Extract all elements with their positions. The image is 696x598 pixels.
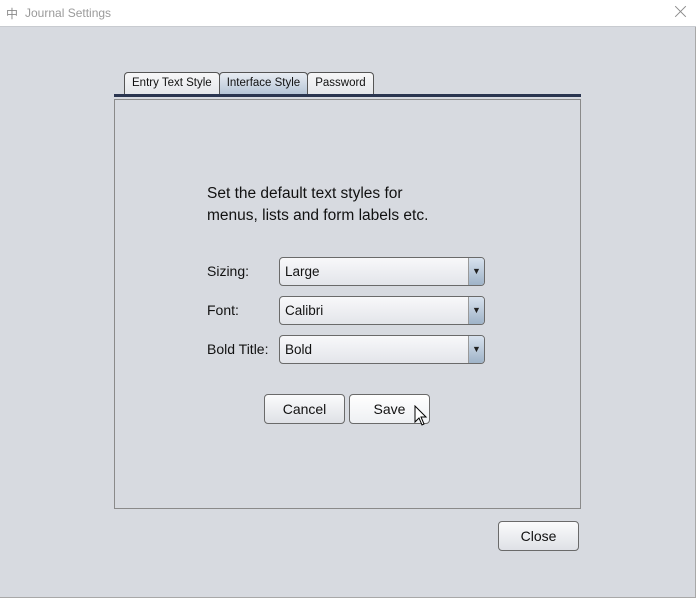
bold-title-label: Bold Title: bbox=[207, 341, 269, 357]
mouse-cursor-icon bbox=[414, 405, 428, 426]
font-select[interactable]: Calibri ▼ bbox=[279, 296, 485, 325]
tab-entry-text-style[interactable]: Entry Text Style bbox=[124, 72, 220, 95]
sizing-select[interactable]: Large ▼ bbox=[279, 257, 485, 286]
tab-password[interactable]: Password bbox=[307, 72, 374, 95]
panel-description: Set the default text styles for menus, l… bbox=[207, 183, 428, 227]
window-title: Journal Settings bbox=[25, 6, 112, 20]
chevron-down-icon[interactable]: ▼ bbox=[468, 336, 484, 363]
description-line-2: menus, lists and form labels etc. bbox=[207, 207, 429, 224]
bold-title-value: Bold bbox=[285, 342, 313, 357]
chevron-down-icon[interactable]: ▼ bbox=[468, 258, 484, 285]
app-icon: 中 bbox=[6, 7, 19, 21]
sizing-label: Sizing: bbox=[207, 263, 250, 279]
window-close-icon[interactable] bbox=[674, 4, 688, 18]
chevron-down-icon[interactable]: ▼ bbox=[468, 297, 484, 324]
font-value: Calibri bbox=[285, 303, 324, 318]
sizing-value: Large bbox=[285, 264, 320, 279]
tab-divider bbox=[114, 94, 581, 97]
bold-title-select[interactable]: Bold ▼ bbox=[279, 335, 485, 364]
description-line-1: Set the default text styles for bbox=[207, 185, 403, 202]
title-bar: 中 Journal Settings bbox=[0, 0, 696, 27]
close-button[interactable]: Close bbox=[498, 521, 579, 551]
tab-bar: Entry Text Style Interface Style Passwor… bbox=[124, 72, 374, 95]
tab-interface-style[interactable]: Interface Style bbox=[218, 72, 309, 95]
cancel-button[interactable]: Cancel bbox=[264, 394, 345, 424]
font-label: Font: bbox=[207, 302, 239, 318]
